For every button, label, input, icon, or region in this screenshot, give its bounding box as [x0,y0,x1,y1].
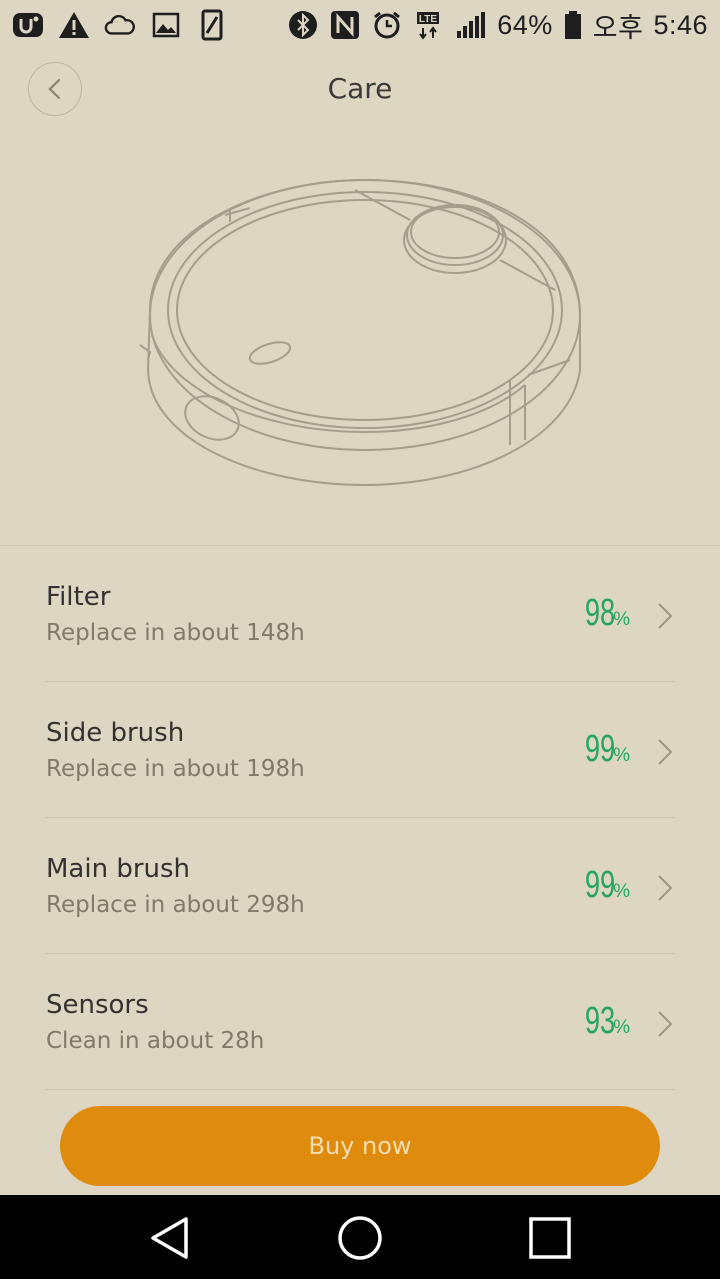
item-name: Side brush [46,718,185,748]
care-items-list: Filter Replace in about 148h 98% Side br… [46,546,674,1090]
lte-label: LTE [419,14,437,25]
percent-sign: % [613,1017,630,1038]
care-item-side-brush[interactable]: Side brush Replace in about 198h 99% [46,682,674,818]
lte-icon: LTE [413,9,445,41]
alarm-icon [371,9,403,41]
care-item-main-brush[interactable]: Main brush Replace in about 298h 99% [46,818,674,954]
care-item-sensors[interactable]: Sensors Clean in about 28h 93% [46,954,674,1090]
buy-now-button[interactable]: Buy now [60,1106,660,1186]
square-recents-icon [529,1217,571,1259]
care-item-filter[interactable]: Filter Replace in about 148h 98% [46,546,674,682]
chevron-right-icon [658,875,673,901]
warning-icon [58,9,90,41]
cloud-icon [104,9,136,41]
battery-icon [563,9,583,41]
percent-value: 99 [584,728,616,770]
percent-value: 98 [584,592,616,634]
item-subtitle: Replace in about 198h [46,756,305,782]
chevron-right-icon [658,739,673,765]
clock-time: 5:46 [653,9,708,40]
item-name: Filter [46,582,111,612]
circle-home-icon [338,1216,382,1260]
item-subtitle: Replace in about 148h [46,620,305,646]
percent-value: 93 [584,1000,616,1042]
page-title: Care [327,72,393,105]
image-icon [150,9,182,41]
percent-value: 99 [584,864,616,906]
percent-sign: % [613,609,630,630]
app-u-icon [12,9,44,41]
status-bar-left [12,9,228,41]
nav-home-button[interactable] [337,1215,383,1261]
signal-icon [455,9,487,41]
status-bar: LTE 64% 오후 5:46 [0,0,720,50]
status-bar-right: LTE 64% 오후 5:46 [287,6,708,45]
item-name: Sensors [46,990,149,1020]
item-percent: 93% [573,1000,630,1043]
triangle-back-icon [151,1217,188,1259]
item-name: Main brush [46,854,191,884]
percent-sign: % [613,745,630,766]
ampm-label: 오후 [592,12,644,43]
item-subtitle: Replace in about 298h [46,892,305,918]
item-percent: 99% [573,728,630,771]
robot-vacuum-illustration [130,170,600,500]
nfc-icon [329,9,361,41]
navigation-bar [0,1195,720,1279]
item-subtitle: Clean in about 28h [46,1028,265,1054]
percent-sign: % [613,881,630,902]
nav-back-button[interactable] [147,1215,193,1261]
chevron-right-icon [658,603,673,629]
phone-icon [196,9,228,41]
nav-recents-button[interactable] [527,1215,573,1261]
item-percent: 98% [573,592,630,635]
header: Care [0,60,720,120]
item-percent: 99% [573,864,630,907]
battery-percent: 64% [497,9,553,40]
bluetooth-icon [287,9,319,41]
chevron-right-icon [658,1011,673,1037]
